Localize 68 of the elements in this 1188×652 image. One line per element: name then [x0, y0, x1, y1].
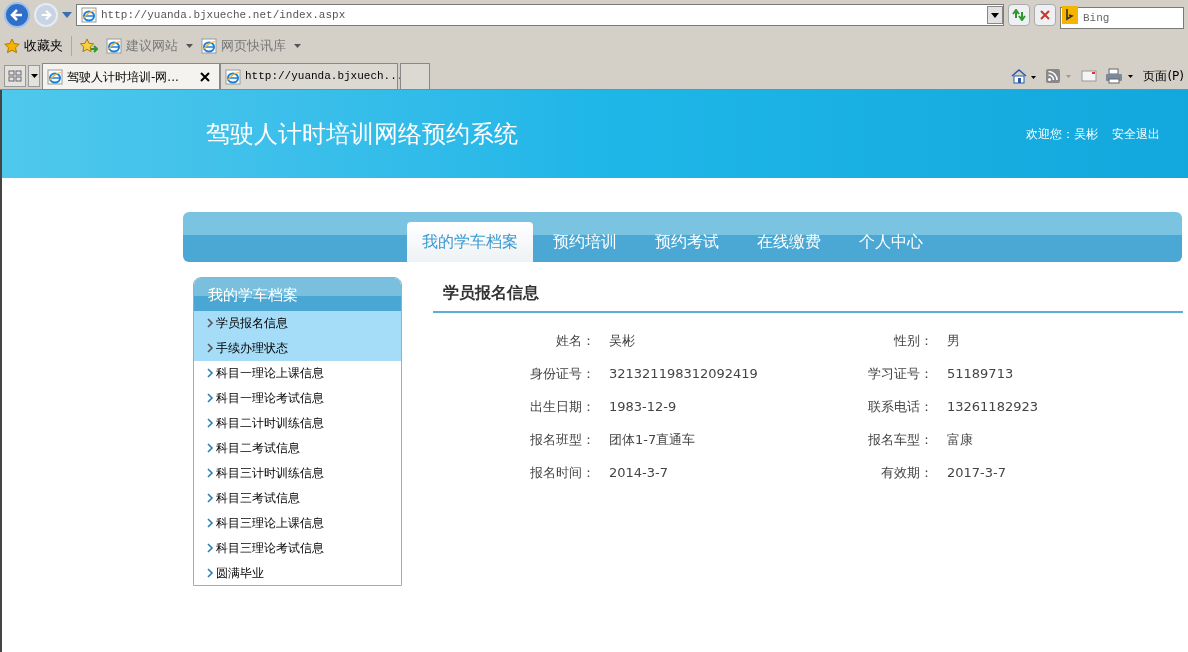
- page-menu[interactable]: 页面(P): [1143, 67, 1184, 85]
- search-field[interactable]: Bing: [1060, 7, 1184, 29]
- field-label: 报名班型：: [529, 431, 595, 449]
- dropdown-icon[interactable]: [987, 6, 1003, 24]
- browser-page-icon: [225, 68, 241, 85]
- chevron-icon: [206, 517, 214, 528]
- mail-icon[interactable]: [1081, 70, 1098, 82]
- left-arrow-icon: [10, 8, 24, 22]
- home-icon[interactable]: [1011, 68, 1038, 84]
- field-value: 吴彬: [608, 332, 636, 350]
- field-value: 团体1-7直通车: [608, 431, 697, 449]
- chevron-icon: [206, 418, 214, 429]
- chevron-icon: [206, 393, 214, 404]
- field-label: 报名车型：: [867, 431, 933, 449]
- field-label: 姓名：: [555, 332, 595, 350]
- chevron-icon: [206, 442, 214, 453]
- field-value: 富康: [946, 431, 974, 449]
- caret-icon: [294, 44, 301, 48]
- new-tab-button[interactable]: [400, 63, 430, 89]
- field-value: 13261182923: [946, 398, 1039, 416]
- close-icon: [1040, 10, 1050, 20]
- tab-list-icon[interactable]: [28, 65, 40, 87]
- caret-icon: [186, 44, 193, 48]
- field-value: 男: [946, 332, 961, 350]
- address-bar[interactable]: http://yuanda.bjxueche.net/index.aspx: [76, 4, 1004, 26]
- favorites-button[interactable]: 收藏夹: [4, 36, 72, 56]
- field-label: 出生日期：: [529, 398, 595, 416]
- chevron-icon: [206, 467, 214, 478]
- browser-page-icon: [47, 68, 63, 85]
- field-value: 51189713: [946, 365, 1015, 383]
- address-text: http://yuanda.bjxueche.net/index.aspx: [101, 7, 347, 23]
- field-label: 有效期：: [880, 464, 933, 482]
- sidebar-item[interactable]: 学员报名信息: [194, 310, 401, 336]
- chevron-icon: [206, 542, 214, 553]
- print-icon[interactable]: [1105, 68, 1136, 84]
- field-label: 报名时间：: [529, 464, 595, 482]
- chevron-icon: [206, 492, 214, 503]
- back-button[interactable]: [4, 2, 30, 28]
- close-button[interactable]: [1034, 4, 1056, 26]
- right-arrow-icon: [40, 9, 52, 21]
- sidebar-title: 我的学车档案: [194, 278, 401, 311]
- field-label: 性别：: [893, 332, 933, 350]
- sidebar-item[interactable]: 手续办理状态: [194, 335, 401, 361]
- field-label: 学习证号：: [867, 365, 933, 383]
- field-value: 321321198312092419: [608, 365, 759, 383]
- field-value: 2017-3-7: [946, 464, 1007, 482]
- feed-icon[interactable]: [1045, 68, 1074, 84]
- browser-tab[interactable]: 驾驶人计时培训-网...: [42, 63, 220, 89]
- chevron-icon: [206, 318, 214, 329]
- site-title: 驾驶人计时培训网络预约系统: [206, 119, 519, 150]
- browser-page-icon: [201, 38, 217, 54]
- refresh-button[interactable]: [1008, 4, 1030, 26]
- browser-tab[interactable]: http://yuanda.bjxuech...: [220, 63, 398, 89]
- welcome-text: 欢迎您：吴彬: [1026, 126, 1098, 143]
- refresh-icon: [1012, 9, 1026, 21]
- field-label: 身份证号：: [529, 365, 595, 383]
- field-label: 联系电话：: [867, 398, 933, 416]
- browser-page-icon: [106, 38, 122, 54]
- close-icon[interactable]: [200, 72, 210, 82]
- field-value: 1983-12-9: [608, 398, 678, 416]
- add-favorite-icon[interactable]: [80, 38, 98, 54]
- chevron-icon: [206, 343, 214, 354]
- star-icon: [4, 38, 20, 54]
- browser-page-icon: [81, 7, 97, 23]
- chevron-icon: [206, 368, 214, 379]
- field-value: 2014-3-7: [608, 464, 669, 482]
- section-title: 学员报名信息: [433, 277, 1183, 313]
- chevron-icon: [206, 567, 214, 578]
